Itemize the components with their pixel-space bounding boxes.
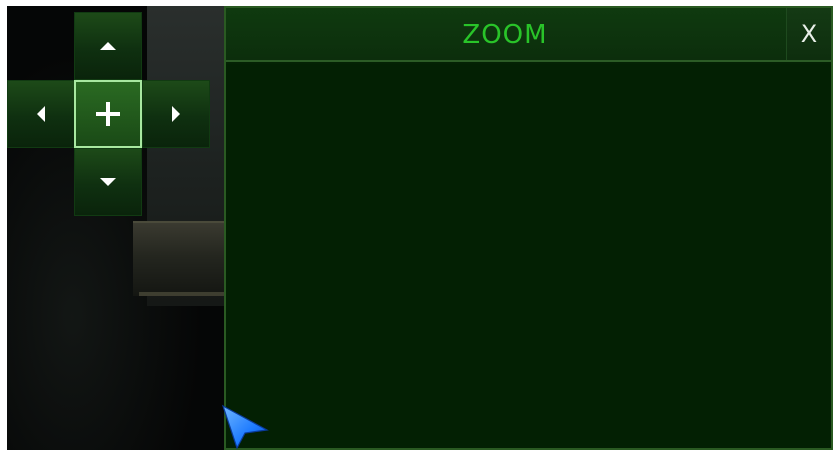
close-button[interactable]: X xyxy=(786,8,831,60)
pan-up-button[interactable] xyxy=(74,12,142,80)
pan-left-button[interactable] xyxy=(7,80,75,148)
camera-background-object xyxy=(133,221,225,296)
arrow-right-icon xyxy=(172,106,180,122)
pan-right-button[interactable] xyxy=(142,80,210,148)
arrow-up-icon xyxy=(100,42,116,50)
plus-icon xyxy=(96,102,120,126)
zoom-panel-header: ZOOM X xyxy=(226,8,831,62)
arrow-left-icon xyxy=(37,106,45,122)
screen: ZOOM X xyxy=(7,6,833,450)
camera-background-stripe xyxy=(139,292,225,296)
arrow-down-icon xyxy=(100,178,116,186)
zoom-in-button[interactable] xyxy=(74,80,142,148)
mouse-pointer-icon xyxy=(221,404,269,450)
zoom-panel-title: ZOOM xyxy=(462,20,548,50)
zoom-view-area[interactable] xyxy=(226,64,831,448)
pan-down-button[interactable] xyxy=(74,148,142,216)
zoom-panel: ZOOM X xyxy=(224,6,833,450)
